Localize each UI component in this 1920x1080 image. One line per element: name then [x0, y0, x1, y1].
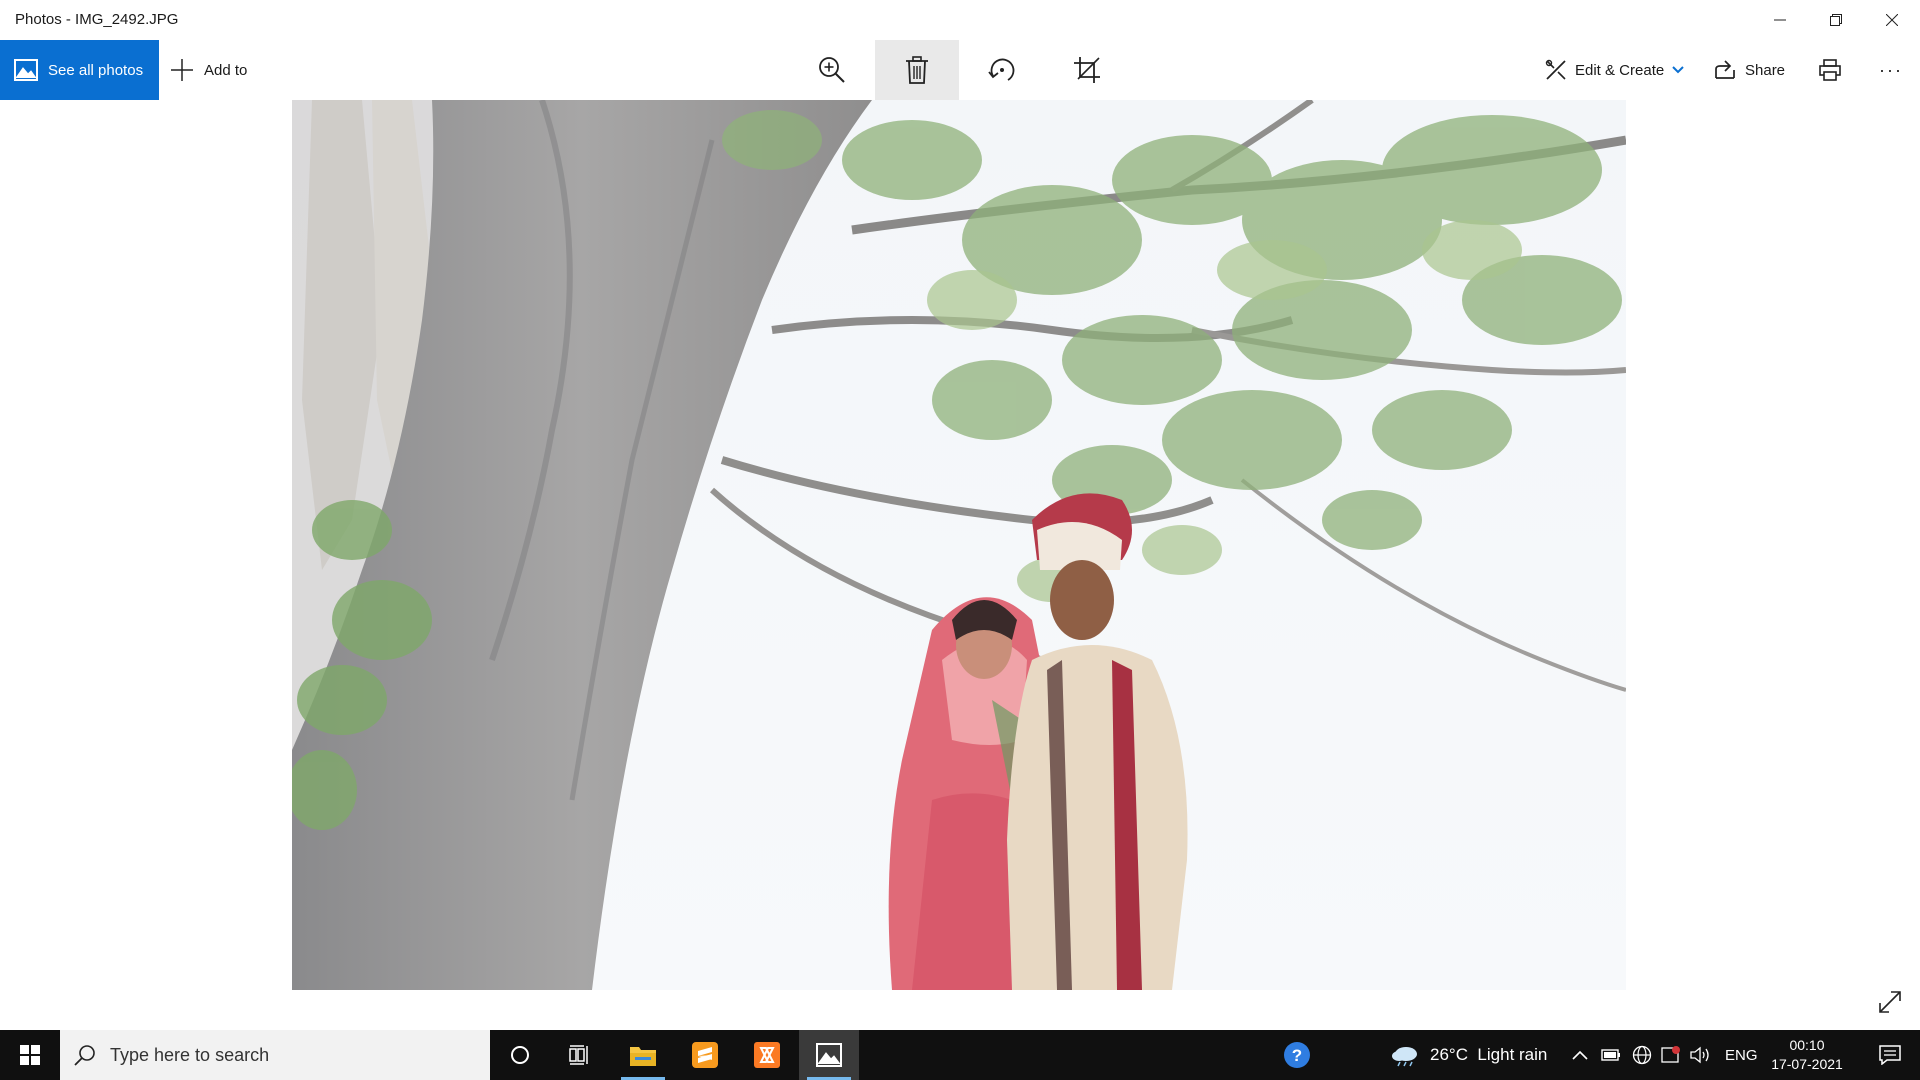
expand-icon [1879, 991, 1901, 1013]
windows-logo-icon [20, 1045, 40, 1065]
photos-app-button[interactable] [799, 1030, 859, 1080]
crop-icon [1074, 57, 1100, 83]
more-options-button[interactable]: ··· [1866, 40, 1916, 100]
notification-icon [1879, 1045, 1901, 1065]
task-view-button[interactable] [550, 1030, 610, 1080]
toolbar: See all photos Add to Edit & Create Shar… [0, 40, 1920, 100]
clock[interactable]: 00:10 17-07-2021 [1762, 1036, 1852, 1074]
wedding-photo [292, 100, 1626, 990]
photo-view[interactable] [292, 100, 1626, 990]
add-to-button[interactable]: Add to [170, 40, 247, 100]
see-all-photos-button[interactable]: See all photos [0, 40, 159, 100]
printer-icon [1819, 59, 1841, 81]
weather-text: 26°C Light rain [1430, 1045, 1548, 1064]
battery-tray-item[interactable] [1601, 1030, 1621, 1080]
taskbar: ? 26°C Light rain ENG 00:10 17-07-2021 [0, 1030, 1920, 1080]
start-button[interactable] [0, 1030, 60, 1080]
photo-gallery-icon [14, 59, 38, 81]
xampp-icon [754, 1042, 780, 1068]
taskbar-search-box[interactable] [60, 1030, 490, 1080]
chevron-up-icon [1572, 1050, 1588, 1060]
app-status-icon [1661, 1046, 1680, 1063]
minimize-button[interactable] [1752, 0, 1808, 40]
speaker-icon [1690, 1046, 1709, 1064]
file-explorer-icon [630, 1047, 656, 1066]
weather-widget[interactable]: 26°C Light rain [1390, 1030, 1547, 1080]
edit-create-button[interactable]: Edit & Create [1545, 40, 1684, 100]
full-screen-button[interactable] [1870, 982, 1910, 1022]
crop-button[interactable] [1045, 40, 1129, 100]
search-icon [74, 1045, 95, 1066]
xampp-button[interactable] [737, 1030, 797, 1080]
zoom-button[interactable] [790, 40, 874, 100]
see-all-photos-label: See all photos [48, 61, 144, 79]
photos-app-icon [816, 1043, 842, 1067]
show-hidden-icons-button[interactable] [1572, 1030, 1588, 1080]
help-icon: ? [1284, 1042, 1310, 1068]
restore-button[interactable] [1808, 0, 1864, 40]
delete-button[interactable] [875, 40, 959, 100]
cloud-rain-icon [1392, 1047, 1417, 1067]
share-button[interactable]: Share [1714, 40, 1785, 100]
chevron-down-icon [1672, 66, 1684, 74]
language-indicator[interactable]: ENG [1725, 1030, 1758, 1080]
clock-date: 17-07-2021 [1771, 1056, 1843, 1072]
clock-time: 00:10 [1789, 1037, 1825, 1053]
print-button[interactable] [1810, 40, 1850, 100]
svg-text:?: ? [1292, 1046, 1302, 1065]
edit-create-icon [1545, 59, 1566, 80]
share-label: Share [1745, 61, 1786, 79]
cortana-icon [511, 1046, 529, 1064]
task-view-icon [569, 1045, 588, 1065]
add-to-label: Add to [204, 61, 248, 79]
share-icon [1715, 60, 1735, 79]
cortana-button[interactable] [490, 1030, 550, 1080]
sublime-text-icon [692, 1042, 718, 1068]
title-bar: Photos - IMG_2492.JPG [0, 0, 1920, 40]
globe-network-icon [1632, 1045, 1652, 1065]
rotate-button[interactable] [960, 40, 1044, 100]
sublime-text-button[interactable] [675, 1030, 735, 1080]
search-input[interactable] [110, 1044, 470, 1066]
zoom-icon [819, 57, 845, 83]
defender-tray-item[interactable] [1661, 1030, 1681, 1080]
delete-icon [906, 56, 928, 84]
edit-create-label: Edit & Create [1575, 61, 1665, 79]
rotate-icon [988, 58, 1015, 81]
plus-icon [171, 59, 193, 81]
window-controls [1752, 0, 1920, 40]
network-tray-item[interactable] [1632, 1030, 1652, 1080]
window-title: Photos - IMG_2492.JPG [15, 11, 179, 28]
close-button[interactable] [1864, 0, 1920, 40]
file-explorer-button[interactable] [613, 1030, 673, 1080]
restore-icon [1830, 14, 1842, 26]
help-tray-item[interactable]: ? [1282, 1030, 1312, 1080]
close-icon [1886, 14, 1898, 26]
minimize-icon [1774, 19, 1786, 21]
volume-tray-item[interactable] [1690, 1030, 1712, 1080]
action-center-button[interactable] [1860, 1030, 1920, 1080]
battery-icon [1601, 1049, 1620, 1061]
